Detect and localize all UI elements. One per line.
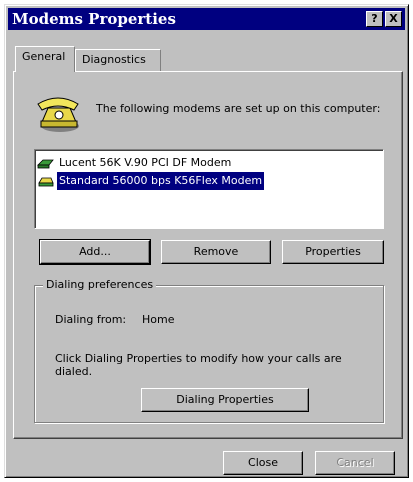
dialing-preferences-group: Dialing preferences Dialing from: Home C… bbox=[34, 278, 384, 423]
general-tab-panel: The following modems are set up on this … bbox=[13, 71, 403, 439]
modems-properties-dialog: Modems Properties ? X General Diagnostic… bbox=[4, 4, 409, 478]
modem-name: Standard 56000 bps K56Flex Modem bbox=[57, 172, 265, 190]
close-window-button[interactable]: X bbox=[385, 11, 402, 27]
help-button[interactable]: ? bbox=[366, 11, 383, 27]
modem-name: Lucent 56K V.90 PCI DF Modem bbox=[59, 156, 232, 169]
list-item[interactable]: Standard 56000 bps K56Flex Modem bbox=[37, 172, 381, 190]
close-button[interactable]: Close bbox=[223, 451, 303, 475]
dialing-properties-button[interactable]: Dialing Properties bbox=[141, 388, 309, 412]
dialing-help-text: Click Dialing Properties to modify how y… bbox=[55, 352, 342, 378]
telephone-icon bbox=[37, 97, 79, 132]
modem-icon bbox=[37, 159, 54, 169]
list-item[interactable]: Lucent 56K V.90 PCI DF Modem bbox=[37, 154, 381, 172]
group-label: Dialing preferences bbox=[43, 278, 157, 291]
add-button[interactable]: Add... bbox=[39, 239, 151, 265]
window-title: Modems Properties bbox=[12, 10, 176, 28]
properties-button[interactable]: Properties bbox=[282, 240, 384, 264]
cancel-button[interactable]: Cancel bbox=[315, 451, 395, 475]
modem-phone-icon bbox=[38, 177, 54, 187]
dialing-from-value: Home bbox=[142, 313, 175, 326]
intro-text: The following modems are set up on this … bbox=[96, 102, 381, 115]
tab-general[interactable]: General bbox=[15, 46, 75, 72]
title-bar[interactable]: Modems Properties ? X bbox=[8, 8, 405, 30]
modem-list[interactable]: Lucent 56K V.90 PCI DF Modem Standard 56… bbox=[34, 149, 384, 229]
tab-diagnostics[interactable]: Diagnostics bbox=[75, 49, 161, 71]
dialing-from-label: Dialing from: bbox=[55, 313, 127, 326]
remove-button[interactable]: Remove bbox=[161, 240, 271, 264]
